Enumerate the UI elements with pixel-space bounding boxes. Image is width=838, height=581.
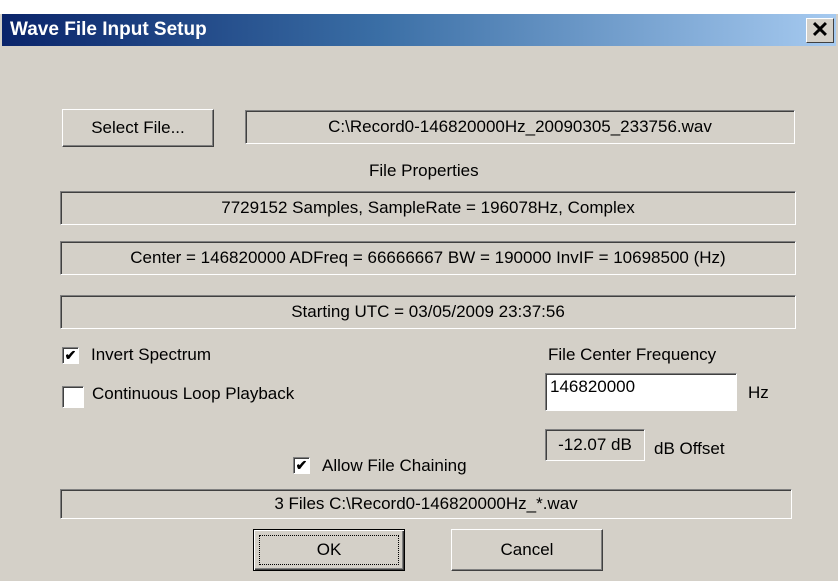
samples-text: 7729152 Samples, SampleRate = 196078Hz, … (221, 198, 635, 217)
continuous-loop-checkbox[interactable] (62, 386, 84, 408)
cancel-button[interactable]: Cancel (451, 529, 603, 571)
center-info-field: Center = 146820000 ADFreq = 66666667 BW … (60, 241, 796, 275)
select-file-button[interactable]: Select File... (62, 109, 214, 147)
chain-files-text: 3 Files C:\Record0-146820000Hz_*.wav (274, 494, 578, 513)
continuous-loop-label[interactable]: Continuous Loop Playback (92, 384, 294, 404)
file-path-field: C:\Record0-146820000Hz_20090305_233756.w… (245, 110, 795, 144)
chain-files-field: 3 Files C:\Record0-146820000Hz_*.wav (60, 489, 792, 519)
allow-chaining-label[interactable]: Allow File Chaining (322, 456, 467, 476)
center-freq-value: 146820000 (550, 377, 636, 396)
utc-field: Starting UTC = 03/05/2009 23:37:56 (60, 295, 796, 329)
center-freq-input[interactable]: 146820000 (545, 373, 737, 411)
center-freq-unit: Hz (748, 383, 769, 402)
top-strip (0, 0, 838, 14)
focus-rect (259, 535, 399, 565)
cancel-label: Cancel (500, 540, 554, 559)
dialog-window: Wave File Input Setup ✕ Select File... C… (0, 0, 838, 581)
window-title: Wave File Input Setup (10, 19, 207, 40)
file-path-text: C:\Record0-146820000Hz_20090305_233756.w… (328, 117, 712, 136)
title-bar[interactable]: Wave File Input Setup ✕ (2, 14, 836, 46)
db-offset-value: -12.07 dB (558, 435, 632, 454)
checkmark-icon: ✔ (295, 457, 308, 473)
invert-spectrum-label[interactable]: Invert Spectrum (91, 345, 211, 365)
file-properties-heading: File Properties (369, 161, 479, 180)
center-freq-label: File Center Frequency (548, 345, 717, 364)
close-icon: ✕ (810, 17, 830, 42)
center-info-text: Center = 146820000 ADFreq = 66666667 BW … (130, 248, 726, 267)
invert-spectrum-checkbox[interactable]: ✔ (62, 347, 79, 364)
utc-text: Starting UTC = 03/05/2009 23:37:56 (291, 302, 565, 321)
checkmark-icon: ✔ (64, 347, 77, 363)
db-offset-field: -12.07 dB (545, 429, 645, 461)
ok-button[interactable]: OK (253, 529, 405, 571)
samples-field: 7729152 Samples, SampleRate = 196078Hz, … (60, 191, 796, 225)
allow-chaining-checkbox[interactable]: ✔ (293, 457, 310, 474)
db-offset-label: dB Offset (654, 439, 725, 458)
close-button[interactable]: ✕ (806, 18, 834, 43)
select-file-label: Select File... (91, 118, 185, 137)
